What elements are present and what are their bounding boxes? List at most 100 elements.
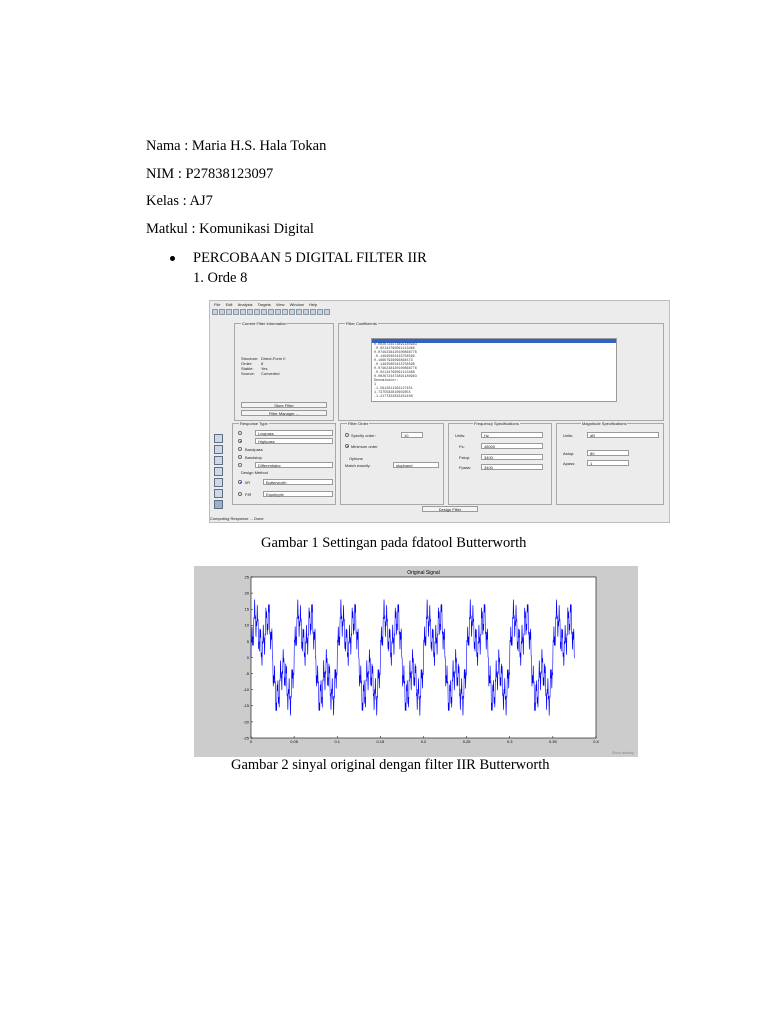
fpass-label: Fpass: — [459, 465, 472, 470]
match-exactly-label: Match exactly: — [345, 463, 371, 468]
new-icon[interactable] — [212, 309, 218, 315]
y-tick-label: -25 — [243, 735, 250, 740]
bandpass-label: Bandpass — [245, 447, 263, 452]
menu-edit[interactable]: Edit — [226, 302, 233, 307]
x-tick-label: 0.3 — [507, 739, 513, 744]
menu-file[interactable]: File — [214, 302, 220, 307]
help-icon[interactable] — [324, 309, 330, 315]
mag-units-label: Units: — [563, 433, 574, 438]
impulse-icon[interactable] — [289, 309, 295, 315]
figure-2-caption: Gambar 2 sinyal original dengan filter I… — [231, 757, 550, 773]
apass-input[interactable]: 1 — [587, 460, 629, 466]
lowpass-select[interactable]: Lowpass — [255, 430, 333, 436]
student-nim: NIM : P27838123097 — [146, 166, 274, 182]
plot-title: Original Signal — [407, 570, 440, 576]
coef-line: -1.2177322833452408 — [374, 395, 413, 399]
source-label: Source: — [241, 371, 255, 376]
save-icon[interactable] — [226, 309, 232, 315]
menu-window[interactable]: Window — [290, 302, 304, 307]
store-filter-button[interactable]: Store Filter — [241, 402, 327, 408]
open-icon[interactable] — [219, 309, 225, 315]
step-icon[interactable] — [296, 309, 302, 315]
bullet-icon — [170, 256, 175, 262]
student-name: Nama : Maria H.S. Hala Tokan — [146, 138, 327, 154]
fir-method-select[interactable]: Equiripple — [263, 491, 333, 497]
menu-analysis[interactable]: Analysis — [238, 302, 253, 307]
freq-units-select[interactable]: Hz — [481, 432, 543, 438]
zoom-in-icon[interactable] — [240, 309, 246, 315]
highpass-select[interactable]: Highpass — [255, 438, 333, 444]
x-tick-label: 0.2 — [421, 739, 427, 744]
specify-order-input[interactable]: 10 — [401, 432, 423, 438]
experiment-heading-text: PERCOBAAN 5 DIGITAL FILTER IIR — [193, 250, 427, 266]
y-tick-label: 15 — [245, 607, 250, 612]
astop-input[interactable]: 80 — [587, 450, 629, 456]
fstop-label: Fstop: — [459, 455, 471, 460]
info-icon[interactable] — [317, 309, 323, 315]
minimum-order-radio[interactable] — [345, 444, 349, 448]
iir-method-select[interactable]: Butterworth — [263, 479, 333, 485]
filter-manager-button[interactable]: Filter Manager ... — [241, 410, 327, 416]
source-value: Converted — [261, 371, 280, 376]
differentiator-radio[interactable] — [238, 463, 242, 467]
fs-label: Fs: — [459, 444, 465, 449]
menu-help[interactable]: Help — [309, 302, 317, 307]
transform-filter-icon[interactable] — [214, 445, 223, 454]
pole-zero-editor-icon[interactable] — [214, 500, 223, 509]
fpass-input[interactable]: 3400 — [481, 464, 543, 470]
bandpass-radio[interactable] — [238, 447, 242, 451]
x-tick-label: 0.1 — [334, 739, 340, 744]
fdatool-screenshot: File Edit Analysis Targets View Window H… — [209, 300, 670, 523]
y-tick-label: 20 — [245, 591, 250, 596]
response-type-panel: Response Type Lowpass Highpass Bandpass … — [232, 421, 336, 505]
specify-order-radio[interactable] — [345, 433, 349, 437]
specify-order-label: Specify order: — [351, 433, 376, 438]
signal-plot-svg: Original Signal 0 0.05 0.1 0.15 0.2 0.25 0.3 0.… — [194, 566, 638, 757]
fir-radio[interactable] — [238, 492, 242, 496]
phase-icon[interactable] — [261, 309, 267, 315]
frequency-specs-title: Frequency Specifications — [473, 421, 520, 426]
zoom-out-icon[interactable] — [247, 309, 253, 315]
fstop-input[interactable]: 3400 — [481, 454, 543, 460]
coefficients-list[interactable]: 0.0026724473891180983 -0.021347960911134… — [371, 338, 617, 402]
multirate-icon[interactable] — [214, 489, 223, 498]
options-title: Options — [349, 456, 363, 461]
x-tick-label: 0.4 — [593, 739, 599, 744]
menu-view[interactable]: View — [276, 302, 285, 307]
astop-label: Astop: — [563, 451, 575, 456]
differentiator-select[interactable]: Differentiator — [255, 462, 333, 468]
filter-coefficients-title: Filter Coefficients — [345, 321, 378, 326]
current-filter-panel: Current Filter Information Structure: Di… — [234, 321, 334, 421]
filter-order-title: Filter Order — [347, 421, 370, 426]
y-tick-label: -10 — [243, 687, 250, 692]
match-exactly-select[interactable]: stopband — [393, 462, 439, 468]
import-filter-icon[interactable] — [214, 478, 223, 487]
filter-coefficients-panel: Filter Coefficients 0.002672447389118098… — [338, 321, 664, 421]
iir-radio[interactable] — [238, 480, 242, 484]
iir-label: IIR — [245, 480, 251, 485]
design-filter-icon[interactable] — [214, 434, 223, 443]
fs-input[interactable]: 48000 — [481, 443, 543, 449]
mag-units-select[interactable]: dB — [587, 432, 659, 438]
pole-zero-icon[interactable] — [303, 309, 309, 315]
lowpass-radio[interactable] — [238, 431, 242, 435]
highpass-radio[interactable] — [238, 439, 242, 443]
bandstop-radio[interactable] — [238, 455, 242, 459]
group-delay-icon[interactable] — [275, 309, 281, 315]
y-tick-label: 10 — [245, 623, 250, 628]
print-icon[interactable] — [233, 309, 239, 315]
magnitude-specs-panel: Magnitude Specifications Units: dB Astop… — [556, 421, 664, 505]
minimum-order-label: Minimum order — [351, 444, 378, 449]
realize-model-icon[interactable] — [214, 467, 223, 476]
phase-delay-icon[interactable] — [282, 309, 288, 315]
magnitude-icon[interactable] — [254, 309, 260, 315]
coefficients-icon[interactable] — [310, 309, 316, 315]
frequency-specs-panel: Frequency Specifications Units: Hz Fs: 4… — [448, 421, 552, 505]
freq-units-label: Units: — [455, 433, 466, 438]
plot-footer: Show desktop — [612, 751, 634, 755]
fdatool-toolbar — [212, 309, 667, 317]
design-filter-button[interactable]: Design Filter — [422, 506, 478, 512]
menu-targets[interactable]: Targets — [258, 302, 271, 307]
magnitude-phase-icon[interactable] — [268, 309, 274, 315]
quantize-icon[interactable] — [214, 456, 223, 465]
